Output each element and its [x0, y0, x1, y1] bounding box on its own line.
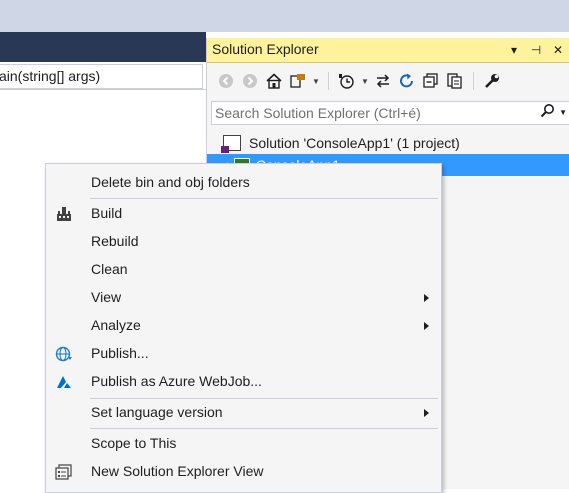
home-icon[interactable] — [263, 70, 285, 92]
editor-tab-strip — [0, 32, 206, 62]
close-button[interactable]: ✕ — [548, 40, 568, 60]
window-position-button[interactable]: ▾ — [504, 40, 524, 60]
menu-item-publish[interactable]: Publish... — [46, 340, 441, 368]
collapse-all-icon[interactable] — [420, 70, 442, 92]
solution-explorer-search: ▼ — [211, 101, 569, 125]
solution-icon — [221, 135, 241, 153]
solution-explorer-toolbar: ▼ ▼ — [207, 63, 569, 99]
pending-changes-filter-icon[interactable] — [336, 70, 358, 92]
new-view-icon — [55, 464, 73, 480]
method-dropdown[interactable]: ain(string[] args) — [0, 64, 203, 89]
toolbar-divider — [473, 72, 474, 90]
editor-navigation-bar: ain(string[] args) — [0, 62, 206, 90]
tree-item-label: Solution 'ConsoleApp1' (1 project) — [249, 135, 460, 151]
menu-item-label: Clean — [91, 261, 128, 277]
submenu-arrow-icon — [424, 322, 429, 330]
menu-item-label: View — [91, 289, 122, 305]
properties-wrench-icon[interactable] — [481, 70, 503, 92]
menu-item-new-solution-explorer-view[interactable]: New Solution Explorer View — [46, 458, 441, 486]
submenu-arrow-icon — [424, 409, 429, 417]
menu-item-analyze[interactable]: Analyze — [46, 312, 441, 340]
back-icon[interactable] — [215, 70, 237, 92]
menu-item-rebuild[interactable]: Rebuild — [46, 228, 441, 256]
switch-views-icon[interactable] — [287, 70, 309, 92]
tree-item-solution[interactable]: Solution 'ConsoleApp1' (1 project) — [207, 132, 569, 154]
menu-item-publish-azure-webjob[interactable]: Publish as Azure WebJob... — [46, 368, 441, 396]
menu-item-build[interactable]: Build — [46, 200, 441, 228]
sync-with-document-icon[interactable] — [372, 70, 394, 92]
menu-item-label: Rebuild — [91, 233, 139, 249]
pin-button[interactable]: ⊣ — [526, 40, 546, 60]
menu-item-label: Analyze — [91, 317, 141, 333]
window-chrome-top — [0, 0, 569, 32]
build-icon — [55, 206, 73, 222]
menu-item-label: Publish as Azure WebJob... — [91, 373, 262, 389]
menu-item-delete-bin-obj[interactable]: Delete bin and obj folders — [46, 169, 441, 197]
chevron-down-icon[interactable]: ▼ — [559, 108, 567, 117]
panel-title: Solution Explorer — [212, 41, 319, 57]
menu-item-label: Publish... — [91, 345, 149, 361]
menu-separator — [90, 428, 438, 429]
show-all-files-icon[interactable] — [444, 70, 466, 92]
menu-item-view[interactable]: View — [46, 284, 441, 312]
menu-item-set-language-version[interactable]: Set language version — [46, 399, 441, 427]
chevron-down-icon[interactable]: ▼ — [311, 77, 321, 86]
submenu-arrow-icon — [424, 294, 429, 302]
menu-item-label: Delete bin and obj folders — [91, 174, 250, 190]
context-menu: Delete bin and obj folders Build Rebuild… — [45, 163, 442, 493]
menu-separator — [90, 198, 438, 199]
search-input[interactable] — [212, 102, 532, 124]
publish-globe-icon — [55, 346, 73, 362]
menu-item-scope-to-this[interactable]: Scope to This — [46, 430, 441, 458]
menu-item-clean[interactable]: Clean — [46, 256, 441, 284]
search-icon[interactable] — [540, 103, 555, 121]
solution-explorer-titlebar: Solution Explorer ▾ ⊣ ✕ — [207, 38, 569, 63]
chevron-down-icon[interactable]: ▼ — [360, 77, 370, 86]
menu-item-label: New Solution Explorer View — [91, 463, 264, 479]
menu-item-label: Scope to This — [91, 435, 177, 451]
forward-icon[interactable] — [239, 70, 261, 92]
refresh-icon[interactable] — [396, 70, 418, 92]
toolbar-divider — [328, 72, 329, 90]
menu-item-label: Set language version — [91, 404, 223, 420]
azure-icon — [55, 374, 73, 390]
menu-item-label: Build — [91, 205, 123, 221]
